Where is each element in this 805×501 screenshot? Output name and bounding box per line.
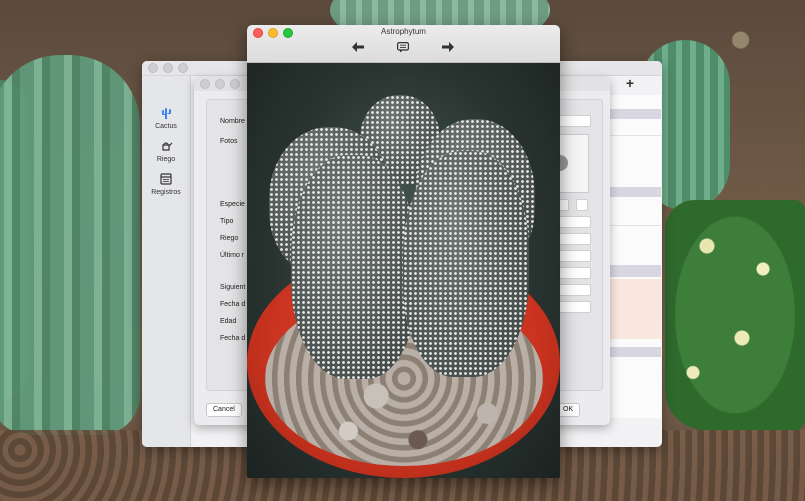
cancel-button[interactable]: Cancel	[206, 403, 242, 417]
sidebar-item-label: Registros	[151, 189, 181, 196]
calendar-icon	[160, 173, 172, 185]
field-label-nombre: Nombre	[220, 118, 245, 125]
close-button[interactable]	[200, 79, 210, 89]
field-label-fecha-2: Fecha d	[220, 335, 246, 342]
comment-button[interactable]	[395, 42, 411, 56]
watering-can-icon	[162, 142, 173, 151]
window-title: Astrophytum	[381, 27, 426, 36]
field-label-tipo: Tipo	[220, 218, 234, 225]
photo-cactus-rib	[403, 151, 529, 377]
siguiente-riego-field[interactable]	[559, 284, 591, 296]
sidebar-item-riego[interactable]: Riego	[142, 139, 190, 163]
next-button[interactable]	[440, 42, 456, 56]
zoom-button[interactable]	[230, 79, 240, 89]
minimize-button[interactable]	[163, 63, 173, 73]
arrow-left-icon	[352, 42, 364, 52]
photo-viewer-window: Astrophytum	[247, 25, 560, 478]
ultimo-riego-field[interactable]	[559, 250, 591, 262]
close-button[interactable]	[148, 63, 158, 73]
field-label-siguiente-riego: Siguient	[220, 284, 246, 291]
sidebar: Cactus Riego Registros	[142, 76, 191, 447]
field-label-riego: Riego	[220, 235, 239, 242]
photos-well[interactable]	[552, 134, 589, 193]
sidebar-item-registros[interactable]: Registros	[142, 172, 190, 196]
sidebar-item-label: Cactus	[155, 123, 177, 130]
field-label-edad: Edad	[220, 318, 237, 325]
cactus-icon	[162, 108, 171, 119]
especie-remove-button[interactable]	[576, 199, 588, 211]
date-field[interactable]	[559, 267, 591, 279]
field-label-ultimo-riego: Último r	[220, 252, 245, 259]
minimize-button[interactable]	[215, 79, 225, 89]
field-label-especie: Especie	[220, 201, 245, 208]
photo-cactus-rib	[291, 155, 417, 379]
riego-field[interactable]	[559, 233, 591, 245]
field-label-fecha: Fecha d	[220, 301, 246, 308]
tipo-popup[interactable]	[559, 216, 591, 228]
nombre-field[interactable]	[559, 115, 591, 127]
speech-bubble-icon	[397, 42, 410, 53]
arrow-right-icon	[442, 42, 454, 52]
window-controls	[200, 79, 240, 89]
zoom-button[interactable]	[178, 63, 188, 73]
photo-viewer-titlebar[interactable]: Astrophytum	[247, 25, 560, 63]
field-label-fotos: Fotos	[220, 138, 238, 145]
fecha-field[interactable]	[559, 301, 591, 313]
especie-popup[interactable]	[559, 199, 569, 211]
background-cactus	[0, 55, 140, 435]
cactus-photo	[247, 63, 560, 478]
sidebar-item-label: Riego	[156, 156, 176, 163]
background-plant	[665, 200, 805, 430]
add-button[interactable]: +	[626, 75, 634, 91]
previous-button[interactable]	[350, 42, 366, 56]
window-controls	[148, 63, 188, 73]
sidebar-item-cactus[interactable]: Cactus	[142, 106, 190, 130]
